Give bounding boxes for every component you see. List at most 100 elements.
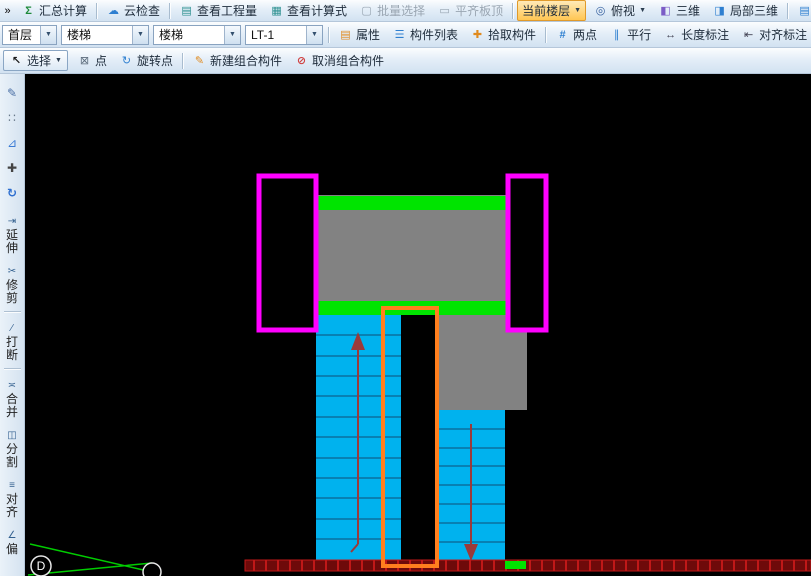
point-tool-button[interactable]: ⊠ 点 — [72, 50, 112, 71]
split-tool[interactable]: ◫ 分割 — [5, 430, 19, 469]
extend-tool[interactable]: ⇥ 延伸 — [5, 216, 19, 255]
select-tool-button[interactable]: ↖ 选择 ▼ — [3, 50, 68, 71]
brush-icon[interactable]: ✎ — [3, 83, 22, 102]
align-label: 对齐 — [5, 492, 18, 519]
new-combo-component-label: 新建组合构件 — [209, 54, 282, 68]
view-quantity-button[interactable]: ▤ 查看工程量 — [174, 0, 262, 21]
dropdown-arrow-icon[interactable]: ▼ — [55, 57, 62, 64]
break-tool[interactable]: ∕ 打断 — [5, 323, 19, 362]
stair-landing[interactable] — [290, 195, 527, 315]
length-dimension-label: 长度标注 — [681, 28, 730, 42]
three-d-label: 三维 — [676, 4, 701, 18]
view-formula-button[interactable]: 查看计算式 ▦ 查看计算式 — [264, 0, 352, 21]
highlight-box-right[interactable] — [505, 173, 549, 333]
local-three-d-icon: ◨ — [714, 5, 725, 17]
local-three-d-button[interactable]: ◨ 局部三维 — [707, 0, 783, 21]
three-d-button[interactable]: ◧ 三维 — [653, 0, 705, 21]
view-formula-icon: ▦ — [271, 5, 282, 17]
dropdown-arrow-icon: ▼ — [639, 7, 646, 14]
extend-label: 延伸 — [5, 228, 18, 255]
combo-arrow-icon[interactable]: ▼ — [40, 25, 56, 44]
flush-slab-top-button[interactable]: ▭ 平齐板顶 — [432, 0, 508, 21]
toolbar-overflow-icon[interactable]: » — [0, 3, 15, 18]
properties-icon: ▤ — [340, 29, 351, 41]
top-view-button[interactable]: ◎ 俯视 ▼ — [588, 0, 651, 21]
two-points-icon: # — [559, 28, 566, 41]
stair-flight-down[interactable] — [437, 410, 505, 561]
floor-combobox[interactable]: 首层 ▼ — [2, 24, 57, 45]
truncated-right-button[interactable]: ▤ 全 — [792, 0, 811, 21]
two-points-button[interactable]: # 两点 — [550, 24, 602, 45]
rotate-point-button[interactable]: ↻ 旋转点 — [114, 50, 178, 71]
batch-select-label: 批量选择 — [377, 4, 426, 18]
length-dimension-button[interactable]: ↔ 长度标注 — [658, 24, 734, 45]
separator — [3, 311, 21, 312]
local-three-d-label: 局部三维 — [730, 4, 779, 18]
separator — [787, 2, 789, 19]
offset-tool[interactable]: ∠ 偏 — [5, 530, 19, 556]
parallel-button[interactable]: ∥ 平行 — [604, 24, 656, 45]
component-name-combobox[interactable]: LT-1 ▼ — [245, 24, 323, 45]
separator — [545, 26, 547, 43]
extend-icon: ⇥ — [7, 216, 17, 227]
offset-points-icon[interactable]: ∷ — [3, 108, 22, 127]
align-dimension-button[interactable]: ⇤ 对齐标注 — [736, 24, 811, 45]
parallel-icon: ∥ — [613, 29, 620, 41]
select-tool-label: 选择 — [27, 54, 52, 68]
combo-arrow-icon[interactable]: ▼ — [306, 25, 322, 44]
three-d-icon: ◧ — [660, 5, 671, 17]
merge-icon: ≍ — [7, 380, 17, 391]
category-combobox[interactable]: 楼梯 ▼ — [61, 24, 149, 45]
current-floor-button[interactable]: 当前楼层 ▼ — [517, 0, 587, 21]
landing-edge-top[interactable] — [290, 196, 527, 210]
merge-tool[interactable]: ≍ 合并 — [5, 380, 19, 419]
pick-component-icon: ✚ — [472, 29, 483, 41]
rotate-icon[interactable]: ↻ — [3, 183, 22, 202]
wall-green-segment[interactable] — [505, 561, 526, 569]
rotate-point-icon: ↻ — [121, 55, 132, 67]
category-combobox-value: 楼梯 — [67, 28, 92, 42]
component-type-combobox-value: 楼梯 — [159, 28, 184, 42]
offset-label: 偏 — [5, 542, 18, 556]
axis-bubble[interactable] — [142, 562, 162, 576]
new-combo-component-icon: ✎ — [194, 55, 205, 67]
component-list-button[interactable]: ☰ 构件列表 — [387, 24, 463, 45]
trim-icon: ✂ — [7, 266, 17, 277]
toolbar-navigation: 首层 ▼ 楼梯 ▼ 楼梯 ▼ LT-1 ▼ ▤ 属性 ☰ 构件列表 ✚ 拾取构件 — [0, 22, 811, 48]
mirror-icon[interactable]: ⊿ — [3, 133, 22, 152]
separator — [96, 2, 98, 19]
axis-bubble-label: D — [37, 559, 46, 573]
stair-flight-up[interactable] — [316, 315, 401, 560]
select-cursor-icon: ↖ — [11, 55, 22, 67]
align-icon: ≡ — [9, 480, 15, 491]
align-tool[interactable]: ≡ 对齐 — [5, 480, 19, 519]
component-type-combobox[interactable]: 楼梯 ▼ — [153, 24, 241, 45]
move-icon[interactable]: ✚ — [3, 158, 22, 177]
wall-section[interactable] — [244, 559, 811, 572]
cloud-check-button[interactable]: ☁ 云检查 — [101, 0, 165, 21]
pick-component-label: 拾取构件 — [488, 28, 537, 42]
floor-combobox-value: 首层 — [8, 28, 33, 42]
separator — [169, 2, 171, 19]
point-tool-label: 点 — [94, 54, 107, 68]
summary-calc-button[interactable]: Σ 汇总计算 — [16, 0, 92, 21]
batch-select-button[interactable]: ▢ 批量选择 — [354, 0, 430, 21]
cancel-combo-component-label: 取消组合构件 — [312, 54, 385, 68]
pick-component-button[interactable]: ✚ 拾取构件 — [465, 24, 541, 45]
cancel-combo-component-button[interactable]: ⊘ 取消组合构件 — [289, 50, 389, 71]
current-floor-label: 当前楼层 — [522, 4, 571, 18]
combo-arrow-icon[interactable]: ▼ — [132, 25, 148, 44]
point-tool-icon: ⊠ — [79, 55, 90, 67]
combo-arrow-icon[interactable]: ▼ — [224, 25, 240, 44]
properties-button[interactable]: ▤ 属性 — [333, 24, 385, 45]
cancel-combo-component-icon: ⊘ — [296, 55, 307, 67]
trim-tool[interactable]: ✂ 修剪 — [5, 266, 19, 305]
highlight-box-left[interactable] — [256, 173, 319, 333]
separator — [512, 2, 514, 19]
flush-slab-top-label: 平齐板顶 — [455, 4, 504, 18]
rotate-point-label: 旋转点 — [136, 54, 173, 68]
cloud-check-icon: ☁ — [108, 5, 120, 17]
split-label: 分割 — [5, 442, 18, 469]
new-combo-component-button[interactable]: ✎ 新建组合构件 — [187, 50, 287, 71]
drawing-canvas[interactable]: D — [25, 74, 811, 576]
